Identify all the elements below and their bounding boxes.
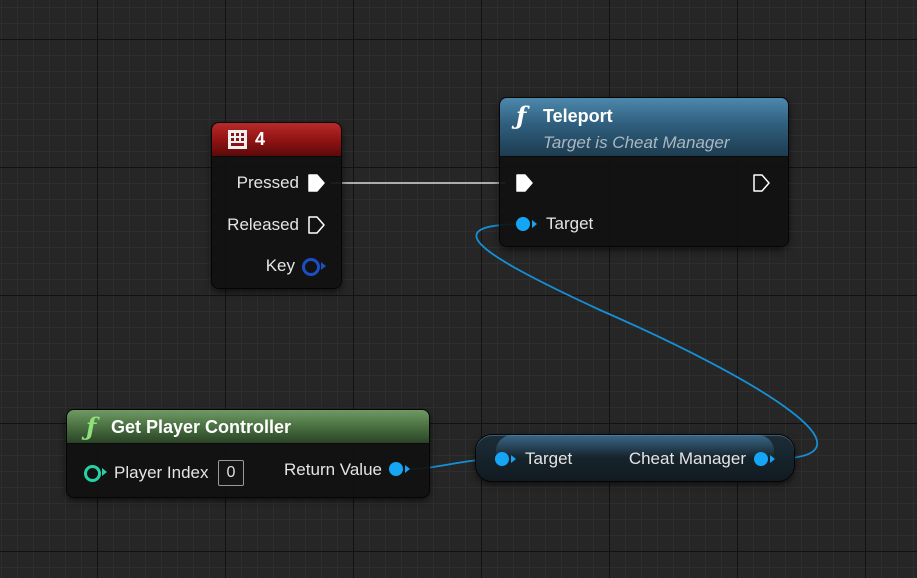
keyboard-key-icon — [228, 130, 247, 149]
get-player-controller-title: Get Player Controller — [111, 417, 292, 437]
teleport-node[interactable]: ƒ Teleport Target is Cheat Manager Targe… — [500, 98, 788, 246]
player-index-pin-arrow-icon — [102, 468, 107, 476]
cheat-manager-pin[interactable] — [754, 452, 768, 466]
teleport-title: Teleport — [543, 106, 613, 126]
teleport-target-label: Target — [546, 214, 594, 233]
key-event-header[interactable]: 4 — [212, 123, 341, 157]
cast-target-pin-arrow-icon — [511, 455, 516, 463]
cast-target-pin[interactable] — [495, 452, 509, 466]
player-index-label: Player Index — [114, 463, 209, 482]
key-pin-arrow-icon — [321, 262, 326, 270]
return-value-label: Return Value — [284, 460, 382, 479]
teleport-target-pin[interactable] — [516, 217, 530, 231]
cheat-manager-pin-arrow-icon — [770, 455, 775, 463]
teleport-exec-out-pin[interactable] — [753, 174, 770, 192]
pressed-pin-label: Pressed — [236, 173, 299, 192]
key-struct-pin[interactable] — [302, 258, 320, 276]
key-pin-label: Key — [265, 256, 295, 275]
target-pin-arrow-icon — [532, 220, 537, 228]
key-event-node[interactable]: 4 Pressed Released Key — [212, 123, 341, 288]
teleport-exec-in-pin[interactable] — [516, 174, 533, 192]
released-pin-label: Released — [227, 215, 299, 234]
get-cheat-manager-node[interactable]: Target Cheat Manager — [476, 435, 794, 481]
get-player-controller-header[interactable]: ƒ Get Player Controller — [67, 410, 429, 444]
teleport-subtitle: Target is Cheat Manager — [543, 133, 730, 152]
function-icon: ƒ — [516, 101, 527, 130]
cheat-manager-label: Cheat Manager — [628, 449, 746, 468]
get-player-controller-node[interactable]: ƒ Get Player Controller Player Index 0 R… — [67, 410, 429, 497]
return-value-pin-arrow-icon — [405, 465, 410, 473]
object-wire-cheat-manager-to-teleport-target[interactable] — [475, 223, 819, 460]
released-exec-pin[interactable] — [308, 216, 325, 234]
player-index-pin[interactable] — [84, 465, 101, 482]
pressed-exec-pin[interactable] — [308, 174, 325, 192]
player-index-input[interactable]: 0 — [218, 460, 244, 486]
key-event-title: 4 — [255, 129, 266, 149]
return-value-pin[interactable] — [389, 462, 403, 476]
teleport-header[interactable]: ƒ Teleport Target is Cheat Manager — [500, 98, 788, 157]
function-icon: ƒ — [86, 412, 97, 441]
cast-target-label: Target — [525, 449, 573, 468]
